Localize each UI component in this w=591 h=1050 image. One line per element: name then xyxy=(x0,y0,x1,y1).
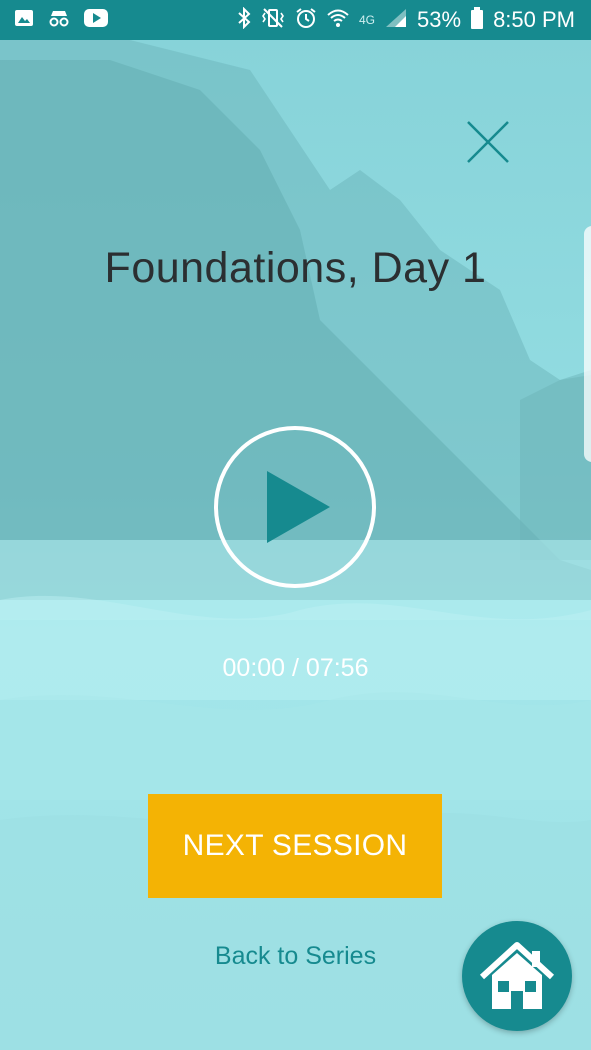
clock: 8:50 PM xyxy=(493,7,575,32)
close-icon xyxy=(467,121,509,163)
home-button[interactable] xyxy=(462,921,572,1031)
time-readout: 00:00 / 07:56 xyxy=(222,654,369,682)
incognito-icon xyxy=(48,8,70,33)
youtube-icon xyxy=(84,8,108,32)
status-left-icons xyxy=(14,8,108,32)
image-icon xyxy=(14,8,34,33)
status-bar: 4G 53% 8:50 PM xyxy=(0,0,591,40)
home-icon xyxy=(479,942,555,1009)
session-title: Foundations, Day 1 xyxy=(104,244,487,292)
battery-percent: 53% xyxy=(417,7,462,32)
play-button[interactable] xyxy=(213,425,377,589)
bluetooth-icon xyxy=(237,6,251,34)
status-right-icons: 4G 53% 8:50 PM xyxy=(237,6,575,34)
wifi-icon xyxy=(327,8,349,33)
alarm-icon xyxy=(295,7,317,34)
battery-icon xyxy=(471,6,484,34)
signal-icon xyxy=(385,8,407,33)
vibrate-icon xyxy=(261,7,285,34)
play-icon xyxy=(267,471,330,543)
lte-icon: 4G xyxy=(359,13,376,27)
next-session-button[interactable]: NEXT SESSION xyxy=(148,794,442,898)
close-button[interactable] xyxy=(466,120,510,164)
